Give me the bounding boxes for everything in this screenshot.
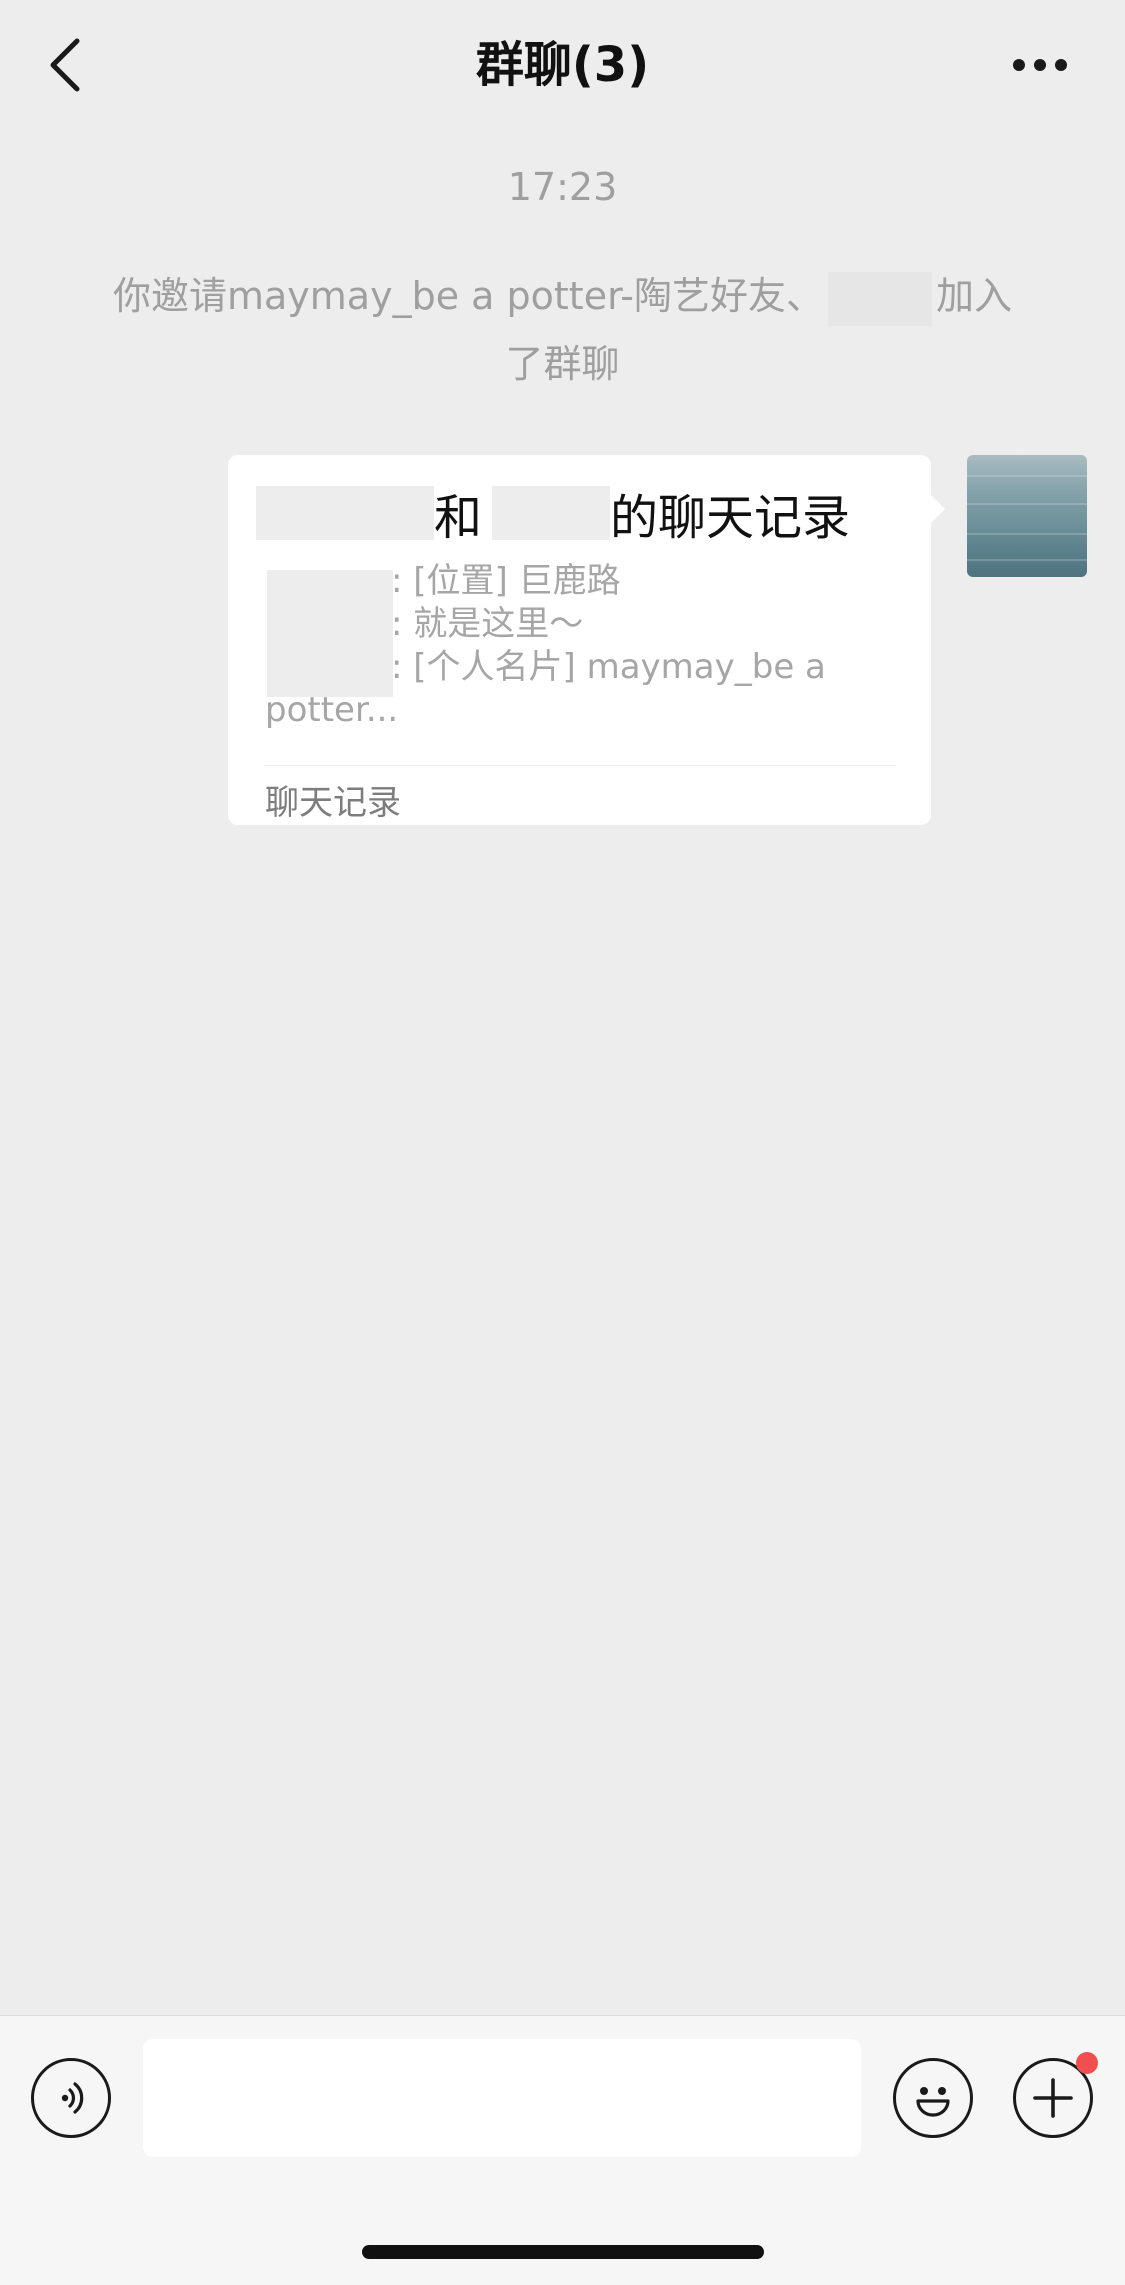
system-message: 你邀请maymay_be a potter-陶艺好友、 加入 了群聊 bbox=[90, 262, 1035, 398]
avatar-texture bbox=[967, 559, 1087, 561]
message-input[interactable] bbox=[143, 2039, 861, 2157]
chevron-left-icon bbox=[50, 38, 80, 92]
system-message-part1: 你邀请maymay_be a potter-陶艺好友、 bbox=[113, 274, 824, 318]
redacted-name bbox=[256, 486, 434, 540]
more-button[interactable] bbox=[1010, 40, 1070, 90]
message-timestamp: 17:23 bbox=[507, 165, 618, 209]
redacted-names bbox=[267, 570, 393, 697]
chat-record-preview: : [位置] 巨鹿路 : 就是这里～ : [个人名片] maymay_be a … bbox=[265, 560, 885, 732]
redacted-name bbox=[492, 486, 611, 540]
chat-record-title-joiner: 和 bbox=[434, 490, 483, 546]
plus-icon bbox=[1033, 2078, 1073, 2118]
system-message-part2: 加入 bbox=[935, 274, 1012, 318]
chat-record-card[interactable]: 和 的聊天记录 : [位置] 巨鹿路 : 就是这里～ : [个人名片] maym… bbox=[228, 455, 945, 825]
emoji-icon bbox=[916, 2087, 950, 2117]
sender-avatar[interactable] bbox=[967, 455, 1087, 577]
redacted-name bbox=[827, 271, 932, 326]
notification-badge bbox=[1076, 2052, 1098, 2074]
system-message-part3: 了群聊 bbox=[505, 342, 620, 386]
chat-record-title: 和 的聊天记录 bbox=[256, 483, 850, 546]
emoji-button[interactable] bbox=[893, 2058, 973, 2138]
chat-record-label: 聊天记录 bbox=[265, 783, 401, 823]
nav-bar: 群聊(3) bbox=[0, 0, 1125, 130]
avatar-texture bbox=[967, 503, 1087, 505]
avatar-texture bbox=[967, 475, 1087, 477]
home-indicator[interactable] bbox=[362, 2245, 764, 2259]
voice-button[interactable] bbox=[31, 2058, 111, 2138]
voice-icon bbox=[61, 2082, 84, 2114]
avatar-texture bbox=[967, 533, 1087, 535]
card-divider bbox=[265, 765, 895, 766]
more-dots-icon bbox=[1013, 59, 1067, 71]
chat-record-title-suffix: 的聊天记录 bbox=[610, 490, 851, 546]
back-button[interactable] bbox=[40, 32, 90, 98]
chat-title: 群聊(3) bbox=[475, 37, 650, 93]
